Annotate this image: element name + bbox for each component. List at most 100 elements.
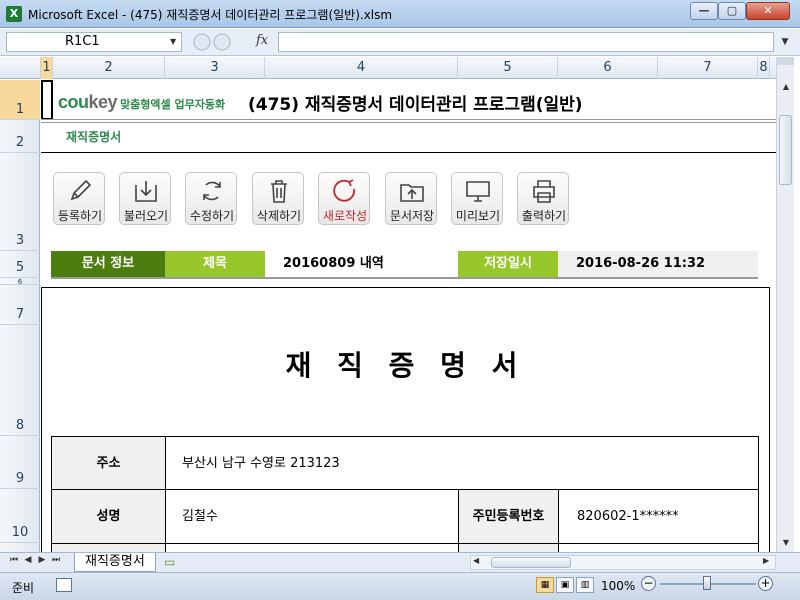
page-layout-view-icon[interactable]: ▣ [556, 577, 574, 593]
button-label: 새로작성 [322, 209, 368, 223]
info-divider [51, 277, 758, 279]
print-button[interactable]: 출력하기 [517, 172, 569, 225]
sheet-tab-bar: ⏮ ◀ ▶ ⏭ 재직증명서 ▭ ◀ ▶ [0, 552, 800, 572]
title-bar: X Microsoft Excel - (475) 재직증명서 데이터관리 프로… [0, 0, 800, 28]
doc-info-label: 문서 정보 [51, 251, 165, 277]
scroll-right-icon[interactable]: ▶ [763, 556, 769, 565]
saved-at-label: 저장일시 [458, 251, 558, 277]
saved-at-value[interactable]: 2016-08-26 11:32 [558, 251, 758, 277]
vertical-scrollbar[interactable]: ▲ ▼ [776, 57, 794, 552]
logo-text-cou: cou [58, 92, 89, 112]
folder-upload-icon [400, 184, 424, 202]
row-header[interactable]: 3 [0, 153, 40, 251]
row-headers: 1 2 3 5 6 7 8 9 10 [0, 80, 40, 552]
name-value[interactable]: 김철수 [166, 490, 459, 544]
column-header[interactable]: 4 [265, 57, 458, 79]
row-header[interactable]: 5 [0, 251, 40, 278]
row-header[interactable]: 8 [0, 325, 40, 436]
column-header[interactable]: 1 [41, 57, 53, 79]
macro-record-icon[interactable] [56, 578, 72, 592]
insert-function-icon[interactable]: fx [256, 33, 268, 48]
select-all-corner[interactable] [0, 57, 41, 79]
button-label: 불러오기 [123, 209, 169, 223]
formula-bar: R1C1 ▼ fx ▼ [0, 29, 800, 56]
row-header[interactable]: 7 [0, 285, 40, 325]
row-number: 2 [15, 135, 25, 150]
split-handle[interactable] [776, 57, 794, 65]
column-header[interactable]: 5 [458, 57, 558, 79]
scroll-down-icon[interactable]: ▼ [777, 535, 795, 551]
row-header[interactable]: 10 [0, 489, 40, 543]
save-document-button[interactable]: 문서저장 [385, 172, 437, 225]
status-text: 준비 [12, 581, 35, 595]
doc-title-value[interactable]: 20160809 내역 [265, 251, 458, 277]
new-button[interactable]: 새로작성 [318, 172, 370, 225]
next-sheet-icon[interactable]: ▶ [36, 555, 48, 565]
download-tray-icon [135, 181, 157, 202]
page-break-view-icon[interactable]: ▥ [576, 577, 594, 593]
zoom-level[interactable]: 100% [601, 579, 635, 593]
insert-sheet-icon[interactable]: ▭ [164, 555, 182, 570]
scroll-up-icon[interactable]: ▲ [777, 79, 795, 95]
register-button[interactable]: 등록하기 [53, 172, 105, 225]
last-sheet-icon[interactable]: ⏭ [50, 555, 62, 565]
first-sheet-icon[interactable]: ⏮ [8, 555, 20, 565]
scroll-thumb[interactable] [779, 115, 792, 185]
zoom-in-button[interactable]: + [758, 576, 773, 591]
formula-input[interactable] [278, 32, 774, 52]
id-number-label: 주민등록번호 [459, 490, 559, 544]
chevron-down-icon[interactable]: ▼ [170, 37, 176, 46]
row-header[interactable]: 2 [0, 120, 40, 153]
button-label: 문서저장 [389, 209, 435, 223]
column-header[interactable]: 8 [758, 57, 770, 79]
normal-view-icon[interactable]: ▦ [536, 577, 554, 593]
minimize-button[interactable]: — [690, 2, 718, 20]
certificate-table: 주소 부산시 남구 수영로 213123 성명 김철수 주민등록번호 82060… [51, 436, 759, 557]
delete-button[interactable]: 삭제하기 [252, 172, 304, 225]
expand-formula-icon[interactable]: ▼ [776, 32, 794, 52]
column-header[interactable]: 7 [658, 57, 758, 79]
column-headers: 1 2 3 4 5 6 7 8 [0, 57, 776, 79]
trash-icon [271, 180, 287, 203]
row-number: 8 [15, 418, 25, 433]
zoom-out-button[interactable]: − [641, 576, 656, 591]
column-header[interactable]: 3 [165, 57, 265, 79]
column-header[interactable]: 2 [53, 57, 165, 79]
pencil-icon [70, 179, 92, 201]
button-label: 삭제하기 [256, 209, 302, 223]
prev-sheet-icon[interactable]: ◀ [22, 555, 34, 565]
button-label: 미리보기 [455, 209, 501, 223]
scroll-left-icon[interactable]: ◀ [473, 556, 479, 565]
preview-button[interactable]: 미리보기 [451, 172, 503, 225]
scroll-thumb[interactable] [491, 557, 571, 568]
sheet-tab[interactable]: 재직증명서 [74, 553, 156, 572]
edit-button[interactable]: 수정하기 [185, 172, 237, 225]
new-refresh-icon [333, 179, 356, 202]
header-divider [41, 122, 776, 123]
maximize-button[interactable]: ▢ [718, 2, 746, 20]
row-header[interactable]: 1 [0, 80, 40, 120]
brand-logo: coukey 맞춤형엑셀 업무자동화 [58, 92, 225, 113]
row-number: 9 [15, 471, 25, 486]
name-box[interactable]: R1C1 [6, 32, 182, 52]
page-title: (475) 재직증명서 데이터관리 프로그램(일반) [248, 95, 583, 115]
row-header[interactable]: 9 [0, 436, 40, 489]
row-number: 7 [15, 307, 25, 322]
id-number-value[interactable]: 820602-1****** [559, 490, 759, 544]
horizontal-scrollbar[interactable]: ◀ ▶ [470, 555, 776, 570]
excel-app-icon[interactable]: X [6, 6, 22, 22]
close-button[interactable]: ✕ [746, 2, 790, 20]
button-label: 수정하기 [189, 209, 235, 223]
active-cell-cursor[interactable] [41, 80, 53, 120]
row-number: 5 [15, 260, 25, 275]
doc-title-label: 제목 [165, 251, 265, 277]
row-number: 1 [15, 102, 25, 117]
zoom-slider-thumb[interactable] [703, 576, 711, 590]
row-number: 10 [11, 525, 29, 540]
load-button[interactable]: 불러오기 [119, 172, 171, 225]
address-value[interactable]: 부산시 남구 수영로 213123 [166, 437, 759, 490]
column-header[interactable]: 6 [558, 57, 658, 79]
row-header[interactable]: 6 [0, 278, 40, 286]
monitor-icon [466, 181, 490, 202]
certificate-title: 재 직 증 명 서 [285, 349, 526, 382]
